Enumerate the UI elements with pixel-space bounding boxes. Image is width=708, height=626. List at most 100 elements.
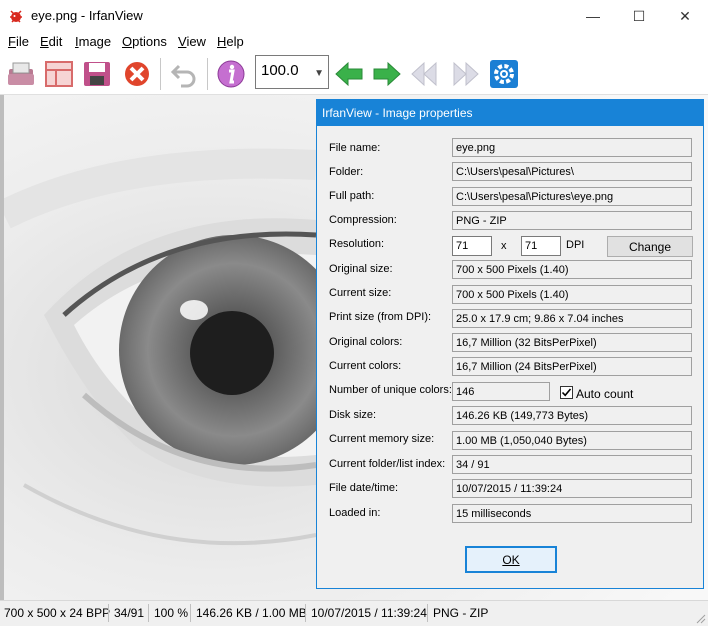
loaded-in-field[interactable]: 15 milliseconds xyxy=(452,504,692,523)
thumbnails-icon xyxy=(45,61,73,87)
menu-edit[interactable]: Edit xyxy=(40,34,62,49)
status-date: 10/07/2015 / 11:39:24 xyxy=(311,606,427,620)
label-original-colors: Original colors: xyxy=(329,336,403,348)
status-size: 146.26 KB / 1.00 MB xyxy=(196,606,307,620)
original-size-field[interactable]: 700 x 500 Pixels (1.40) xyxy=(452,260,692,279)
unique-colors-field[interactable]: 146 xyxy=(452,382,550,401)
auto-count-checkbox[interactable] xyxy=(560,386,573,399)
status-zoom: 100 % xyxy=(154,606,189,620)
thumbnails-button[interactable] xyxy=(43,58,75,90)
chevron-down-icon[interactable]: ▼ xyxy=(314,68,324,79)
label-current-colors: Current colors: xyxy=(329,360,402,372)
menu-bar: File Edit Image Options View Help xyxy=(0,32,708,52)
current-colors-field[interactable]: 16,7 Million (24 BitsPerPixel) xyxy=(452,357,692,376)
delete-icon xyxy=(123,60,151,88)
last-icon xyxy=(453,61,479,87)
label-resolution: Resolution: xyxy=(329,238,385,250)
next-icon xyxy=(373,61,401,87)
label-compression: Compression: xyxy=(329,214,397,226)
menu-file[interactable]: File xyxy=(8,34,29,49)
status-separator xyxy=(427,604,428,622)
checkmark-icon xyxy=(561,388,572,397)
previous-button[interactable] xyxy=(333,58,365,90)
toolbar: 100.0 ▼ xyxy=(0,52,708,95)
toolbar-separator xyxy=(207,58,208,90)
compression-field[interactable]: PNG - ZIP xyxy=(452,211,692,230)
dialog-title: IrfanView - Image properties xyxy=(322,106,473,120)
close-icon: ✕ xyxy=(679,7,691,24)
toolbar-separator xyxy=(160,58,161,90)
label-folder-index: Current folder/list index: xyxy=(329,458,446,470)
first-icon xyxy=(411,61,437,87)
label-disk-size: Disk size: xyxy=(329,409,377,421)
zoom-value: 100.0 xyxy=(261,62,299,79)
open-icon xyxy=(8,62,34,85)
resize-grip-icon[interactable] xyxy=(694,612,706,624)
previous-icon xyxy=(335,61,363,87)
folder-field[interactable]: C:\Users\pesal\Pictures\ xyxy=(452,162,692,181)
print-size-field[interactable]: 25.0 x 17.9 cm; 9.86 x 7.04 inches xyxy=(452,309,692,328)
resolution-separator: x xyxy=(501,240,507,252)
label-original-size: Original size: xyxy=(329,263,393,275)
save-icon xyxy=(84,62,110,86)
undo-icon xyxy=(170,64,196,88)
status-separator xyxy=(148,604,149,622)
ok-button[interactable]: OK xyxy=(465,546,557,573)
maximize-icon: ☐ xyxy=(632,7,646,24)
zoom-combobox[interactable]: 100.0 ▼ xyxy=(255,55,329,89)
folder-index-field[interactable]: 34 / 91 xyxy=(452,455,692,474)
label-current-size: Current size: xyxy=(329,287,392,299)
open-button[interactable] xyxy=(5,58,37,90)
label-print-size: Print size (from DPI): xyxy=(329,311,432,323)
original-colors-field[interactable]: 16,7 Million (32 BitsPerPixel) xyxy=(452,333,692,352)
image-properties-dialog: IrfanView - Image properties File name: … xyxy=(316,99,704,589)
file-name-field[interactable]: eye.png xyxy=(452,138,692,157)
label-unique-colors: Number of unique colors: xyxy=(329,384,452,396)
label-full-path: Full path: xyxy=(329,190,375,202)
label-loaded-in: Loaded in: xyxy=(329,507,381,519)
first-button[interactable] xyxy=(410,58,442,90)
label-memory-size: Current memory size: xyxy=(329,433,435,445)
auto-count-label[interactable]: Auto count xyxy=(576,387,633,401)
undo-button[interactable] xyxy=(168,58,200,90)
info-icon xyxy=(217,60,245,88)
menu-image[interactable]: Image xyxy=(75,34,111,49)
window-title: eye.png - IrfanView xyxy=(31,8,143,23)
status-dimensions: 700 x 500 x 24 BPP xyxy=(4,606,111,620)
file-date-field[interactable]: 10/07/2015 / 11:39:24 xyxy=(452,479,692,498)
status-index: 34/91 xyxy=(114,606,145,620)
minimize-icon: — xyxy=(586,8,600,24)
change-resolution-button[interactable]: Change xyxy=(607,236,693,257)
ok-button-label: OK xyxy=(502,552,520,567)
close-button[interactable]: ✕ xyxy=(662,0,708,32)
status-separator xyxy=(190,604,191,622)
disk-size-field[interactable]: 146.26 KB (149,773 Bytes) xyxy=(452,406,692,425)
status-separator xyxy=(108,604,109,622)
status-format: PNG - ZIP xyxy=(433,606,489,620)
label-file-date: File date/time: xyxy=(329,482,399,494)
info-button[interactable] xyxy=(215,58,247,90)
menu-view[interactable]: View xyxy=(178,34,206,49)
dialog-title-bar: IrfanView - Image properties xyxy=(317,100,703,126)
memory-size-field[interactable]: 1.00 MB (1,050,040 Bytes) xyxy=(452,431,692,450)
delete-button[interactable] xyxy=(121,58,153,90)
label-folder: Folder: xyxy=(329,166,364,178)
menu-help[interactable]: Help xyxy=(217,34,244,49)
settings-button[interactable] xyxy=(488,58,520,90)
full-path-field[interactable]: C:\Users\pesal\Pictures\eye.png xyxy=(452,187,692,206)
last-button[interactable] xyxy=(448,58,480,90)
next-button[interactable] xyxy=(371,58,403,90)
minimize-button[interactable]: — xyxy=(570,0,616,32)
status-bar: 700 x 500 x 24 BPP 34/91 100 % 146.26 KB… xyxy=(0,600,708,626)
irfanview-logo-icon xyxy=(10,10,22,23)
resolution-x-input[interactable]: 71 xyxy=(452,236,492,256)
menu-options[interactable]: Options xyxy=(122,34,167,49)
save-button[interactable] xyxy=(81,58,113,90)
title-bar: eye.png - IrfanView — ☐ ✕ xyxy=(0,0,708,32)
label-file-name: File name: xyxy=(329,142,381,154)
resolution-unit: DPI xyxy=(566,239,585,251)
resolution-y-input[interactable]: 71 xyxy=(521,236,561,256)
current-size-field[interactable]: 700 x 500 Pixels (1.40) xyxy=(452,285,692,304)
status-separator xyxy=(305,604,306,622)
maximize-button[interactable]: ☐ xyxy=(616,0,662,32)
